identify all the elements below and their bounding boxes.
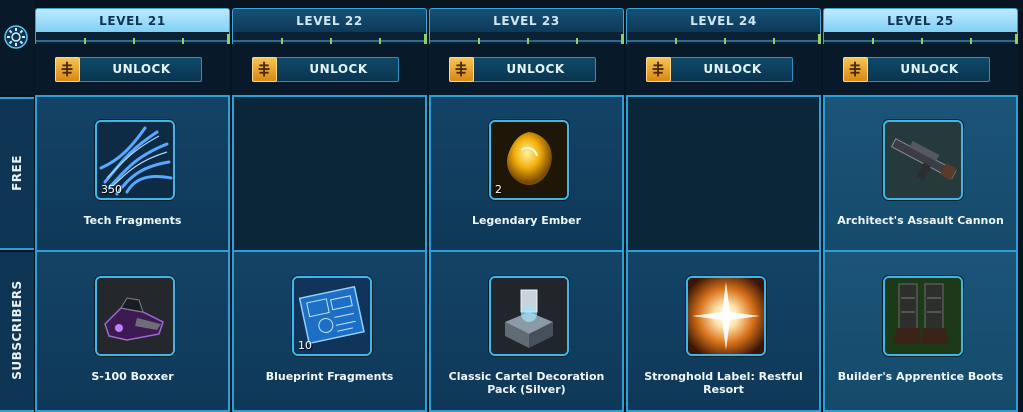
- level-column: LEVEL 22 UNLOCK 10 Blueprint Fragments: [232, 0, 427, 412]
- free-reward-cell: [626, 95, 821, 252]
- legendary-ember-icon[interactable]: 2: [489, 120, 569, 200]
- speeder-icon[interactable]: [95, 276, 175, 356]
- free-reward-cell[interactable]: Architect's Assault Cannon: [823, 95, 1018, 252]
- unlock-row: UNLOCK: [823, 44, 1018, 95]
- subscriber-reward-name: Stronghold Label: Restful Resort: [644, 370, 803, 396]
- unlock-label: UNLOCK: [703, 62, 762, 76]
- free-reward-cell[interactable]: 2 Legendary Ember: [429, 95, 624, 252]
- level-progress-track: [429, 32, 624, 44]
- free-reward-name: Architect's Assault Cannon: [837, 214, 1004, 227]
- subscriber-reward-name: S-100 Boxxer: [91, 370, 174, 383]
- free-reward-cell: [232, 95, 427, 252]
- unlock-button[interactable]: UNLOCK: [252, 57, 399, 82]
- level-progress-track: [823, 32, 1018, 44]
- subscriber-reward-name: Blueprint Fragments: [265, 370, 394, 383]
- free-reward-cell[interactable]: 350 Tech Fragments: [35, 95, 230, 252]
- level-header: LEVEL 21: [35, 8, 230, 32]
- free-reward-name: Legendary Ember: [471, 214, 582, 227]
- level-progress-track: [35, 32, 230, 44]
- subscriber-reward-cell[interactable]: Builder's Apprentice Boots: [823, 250, 1018, 412]
- level-header: LEVEL 24: [626, 8, 821, 32]
- credit-stack-icon: [252, 57, 277, 82]
- progress-end-marker: [621, 34, 624, 44]
- unlock-button[interactable]: UNLOCK: [449, 57, 596, 82]
- level-header: LEVEL 22: [232, 8, 427, 32]
- credit-stack-icon: [646, 57, 671, 82]
- subscriber-reward-name: Classic Cartel Decoration Pack (Silver): [448, 370, 605, 396]
- subscriber-reward-cell[interactable]: Stronghold Label: Restful Resort: [626, 250, 821, 412]
- tech-fragments-icon[interactable]: 350: [95, 120, 175, 200]
- unlock-button[interactable]: UNLOCK: [55, 57, 202, 82]
- item-quantity: 2: [495, 183, 502, 196]
- subscriber-reward-cell[interactable]: 10 Blueprint Fragments: [232, 250, 427, 412]
- unlock-label: UNLOCK: [506, 62, 565, 76]
- level-column: LEVEL 21 UNLOCK 350 Tech Fragments S-100…: [35, 0, 230, 412]
- free-label: FREE: [10, 154, 24, 191]
- unlock-button[interactable]: UNLOCK: [843, 57, 990, 82]
- subscribers-rail: SUBSCRIBERS: [0, 252, 34, 412]
- boots-icon[interactable]: [883, 276, 963, 356]
- unlock-label: UNLOCK: [309, 62, 368, 76]
- free-rail: FREE: [0, 97, 34, 250]
- blueprint-fragments-icon[interactable]: 10: [292, 276, 372, 356]
- item-quantity: 10: [298, 339, 312, 352]
- rail-top: [0, 0, 34, 95]
- level-progress-track: [232, 32, 427, 44]
- progress-end-marker: [424, 34, 427, 44]
- progress-end-marker: [1015, 34, 1018, 44]
- credit-stack-icon: [843, 57, 868, 82]
- level-column: LEVEL 24 UNLOCK Stronghold Label: Restfu…: [626, 0, 821, 412]
- credit-stack-icon: [55, 57, 80, 82]
- unlock-label: UNLOCK: [112, 62, 171, 76]
- subscriber-reward-cell[interactable]: S-100 Boxxer: [35, 250, 230, 412]
- decoration-pack-icon[interactable]: [489, 276, 569, 356]
- unlock-label: UNLOCK: [900, 62, 959, 76]
- level-header: LEVEL 23: [429, 8, 624, 32]
- progress-end-marker: [818, 34, 821, 44]
- level-progress-track: [626, 32, 821, 44]
- unlock-row: UNLOCK: [232, 44, 427, 95]
- credit-stack-icon: [449, 57, 474, 82]
- level-column: LEVEL 23 UNLOCK 2 Legendary Ember Classi…: [429, 0, 624, 412]
- gear-icon[interactable]: [3, 24, 29, 50]
- subscribers-label: SUBSCRIBERS: [10, 280, 24, 380]
- item-quantity: 350: [101, 183, 122, 196]
- subscriber-reward-name: Builder's Apprentice Boots: [837, 370, 1004, 383]
- assault-cannon-icon[interactable]: [883, 120, 963, 200]
- progress-end-marker: [227, 34, 230, 44]
- level-column: LEVEL 25 UNLOCK Architect's Assault Cann…: [823, 0, 1018, 412]
- level-header: LEVEL 25: [823, 8, 1018, 32]
- unlock-row: UNLOCK: [429, 44, 624, 95]
- free-reward-name: Tech Fragments: [83, 214, 182, 227]
- stronghold-label-icon[interactable]: [686, 276, 766, 356]
- unlock-row: UNLOCK: [35, 44, 230, 95]
- unlock-row: UNLOCK: [626, 44, 821, 95]
- unlock-button[interactable]: UNLOCK: [646, 57, 793, 82]
- subscriber-reward-cell[interactable]: Classic Cartel Decoration Pack (Silver): [429, 250, 624, 412]
